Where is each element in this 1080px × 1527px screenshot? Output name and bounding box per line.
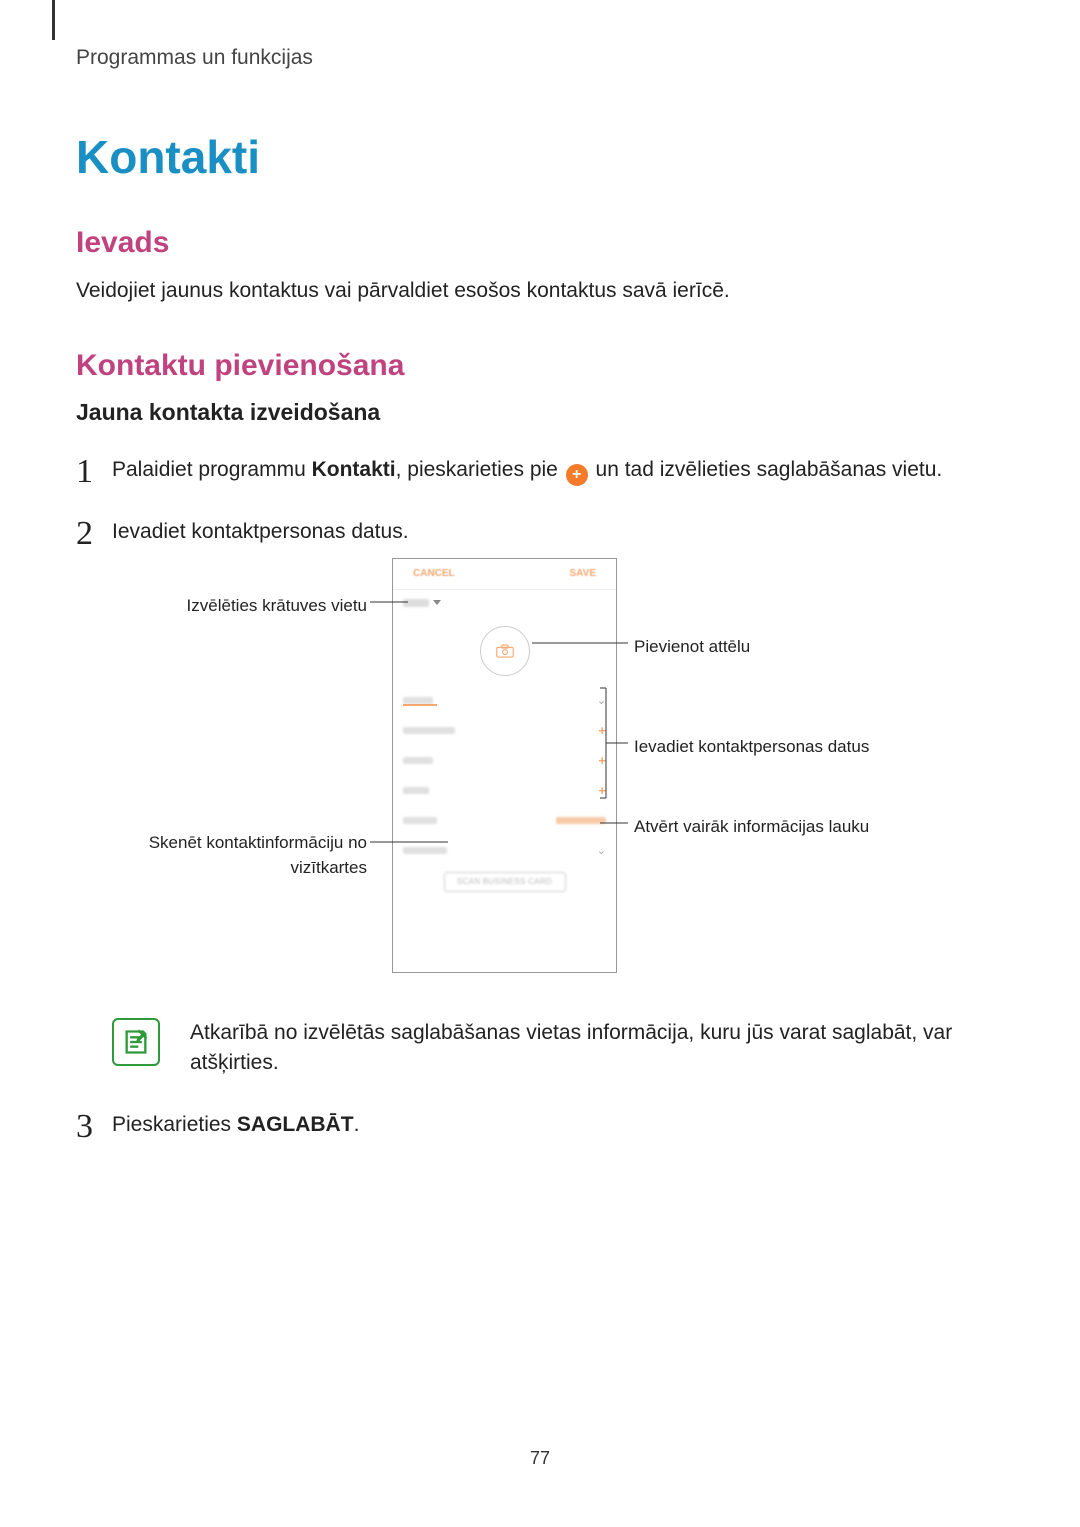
callout-enter-data: Ievadiet kontaktpersonas datus (634, 734, 869, 760)
chevron-down-icon: ⌄ (597, 843, 606, 860)
breadcrumb: Programmas un funkcijas (76, 46, 1004, 70)
step-1-text-c: un tad izvēlieties saglabāšanas vietu. (590, 458, 943, 481)
scan-business-card-button[interactable]: SCAN BUSINESS CARD (444, 872, 566, 892)
phone-topbar: CANCEL SAVE (393, 559, 616, 590)
page-tab-mark (52, 0, 55, 40)
camera-icon (496, 644, 514, 658)
groups-label (403, 817, 437, 824)
step-2-text: Ievadiet kontaktpersonas datus. (112, 520, 409, 543)
chevron-down-icon: ⌄ (597, 693, 606, 710)
callout-add-image: Pievienot attēlu (634, 634, 750, 660)
email-field[interactable]: + (393, 776, 616, 806)
step-2: Ievadiet kontaktpersonas datus. CANCEL S… (76, 516, 1004, 1078)
organisation-field[interactable]: + (393, 716, 616, 746)
section-add-heading: Kontaktu pievienošana (76, 349, 1004, 383)
add-photo-button[interactable] (480, 626, 530, 676)
page-title: Kontakti (76, 130, 1004, 184)
manual-page: Programmas un funkcijas Kontakti Ievads … (0, 0, 1080, 1527)
section-intro-body: Veidojiet jaunus kontaktus vai pārvaldie… (76, 276, 1004, 305)
note-box: Atkarībā no izvēlētās saglabāšanas vieta… (112, 1018, 1004, 1079)
scan-row: SCAN BUSINESS CARD (393, 866, 616, 892)
step-1-text-b: , pieskarieties pie (396, 458, 564, 481)
step-3-text-b: . (354, 1113, 360, 1136)
step-1-app-name: Kontakti (312, 458, 396, 481)
cancel-button[interactable]: CANCEL (413, 566, 455, 581)
note-text: Atkarībā no izvēlētās saglabāšanas vieta… (190, 1018, 1004, 1079)
callout-select-storage: Izvēlēties krātuves vietu (142, 593, 367, 619)
page-number: 77 (0, 1448, 1080, 1469)
step-3-text-a: Pieskarieties (112, 1113, 237, 1136)
step-1: Palaidiet programmu Kontakti, pieskariet… (76, 454, 1004, 486)
plus-icon: + (566, 464, 588, 486)
phone-field[interactable]: + (393, 746, 616, 776)
callout-scan-card: Skenēt kontaktinformāciju no vizītkartes (112, 830, 367, 881)
plus-icon: + (598, 721, 606, 741)
chevron-down-icon (433, 600, 441, 605)
contact-editor-diagram: CANCEL SAVE (112, 558, 1040, 998)
step-1-text-a: Palaidiet programmu (112, 458, 312, 481)
section-intro-heading: Ievads (76, 226, 1004, 260)
storage-selector[interactable] (393, 590, 616, 616)
note-icon (112, 1018, 160, 1066)
section-add-subheading: Jauna kontakta izveidošana (76, 399, 1004, 426)
save-button[interactable]: SAVE (570, 566, 597, 581)
name-field[interactable]: ⌄ (393, 686, 616, 716)
view-more-row[interactable]: ⌄ (393, 836, 616, 866)
phone-screenshot: CANCEL SAVE (392, 558, 617, 973)
groups-row[interactable] (393, 806, 616, 836)
callout-more-fields: Atvērt vairāk informācijas lauku (634, 814, 869, 840)
memo-icon (122, 1028, 150, 1056)
plus-icon: + (598, 781, 606, 801)
steps-list: Palaidiet programmu Kontakti, pieskariet… (76, 454, 1004, 1140)
avatar-zone (393, 616, 616, 686)
plus-icon: + (598, 751, 606, 771)
storage-label-blur (403, 599, 429, 607)
groups-value (556, 817, 606, 824)
step-3-save-label: SAGLABĀT (237, 1113, 354, 1136)
step-3: Pieskarieties SAGLABĀT. (76, 1109, 1004, 1141)
